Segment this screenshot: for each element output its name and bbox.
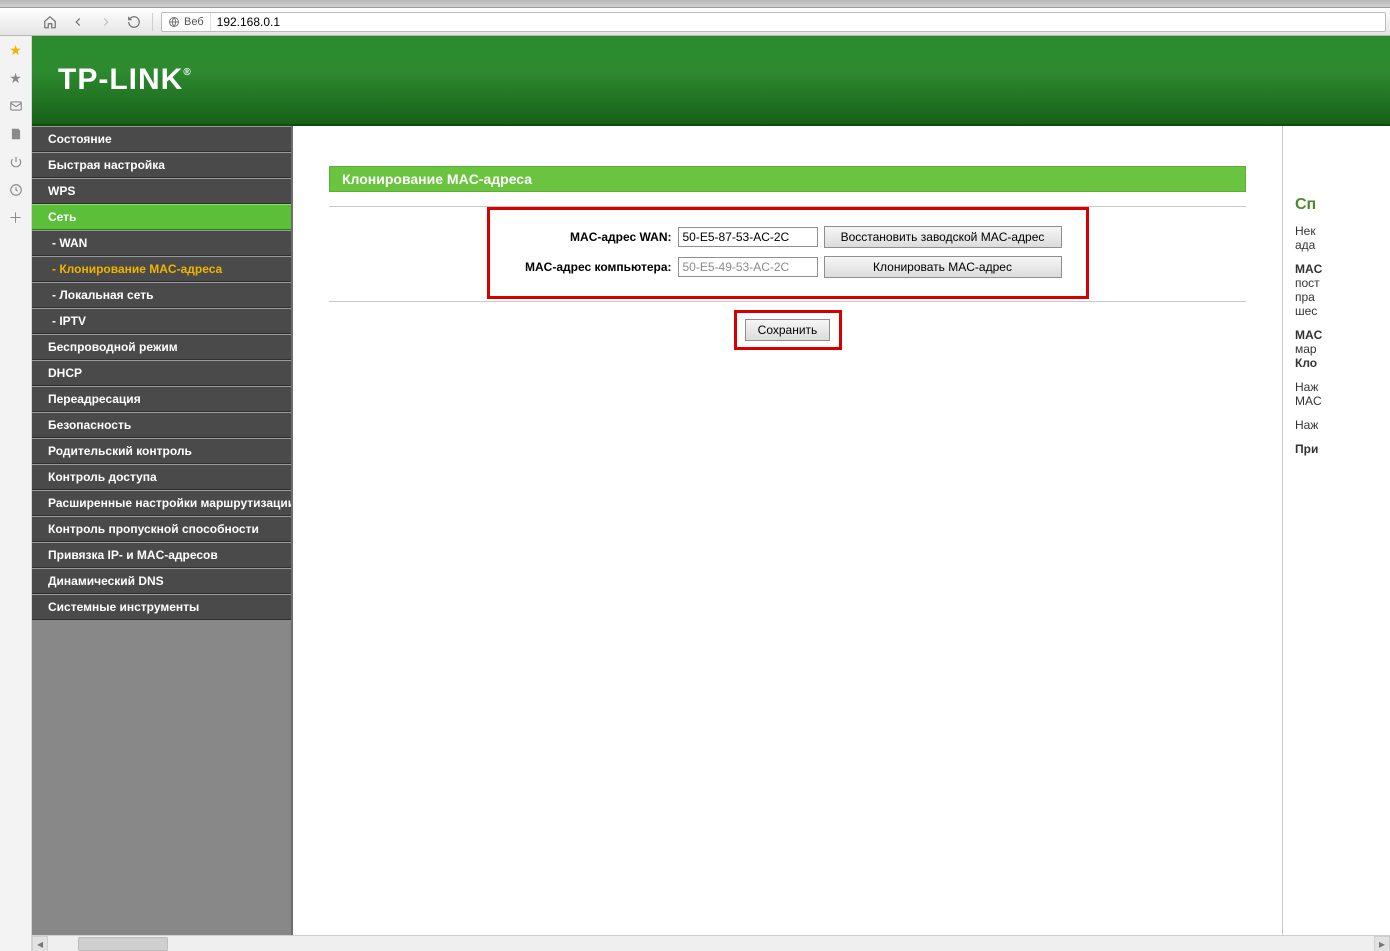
star-icon[interactable]: ★ — [8, 70, 24, 86]
nav-ip-mac-binding[interactable]: Привязка IP- и MAC-адресов — [32, 542, 291, 568]
save-highlight: Сохранить — [734, 310, 842, 350]
url-input[interactable] — [211, 13, 1385, 31]
help-line: Наж — [1295, 418, 1386, 432]
nav-wan[interactable]: - WAN — [32, 230, 291, 256]
brand-logo: TP-LINK® — [58, 63, 192, 97]
scroll-track[interactable] — [48, 936, 1374, 951]
address-bar[interactable]: Веб — [161, 12, 1386, 32]
input-pc-mac[interactable] — [678, 257, 818, 277]
browser-tabstrip — [0, 0, 1390, 8]
mac-clone-form-highlight: MAC-адрес WAN: Восстановить заводской MA… — [487, 207, 1089, 299]
nav-system-tools[interactable]: Системные инструменты — [32, 594, 291, 620]
power-icon[interactable] — [8, 154, 24, 170]
help-title: Сп — [1295, 196, 1316, 213]
help-panel: Сп Некада MACпостпрашес MACмарКло НажMAC… — [1282, 126, 1390, 951]
help-line: Некада — [1295, 224, 1386, 252]
nav-status[interactable]: Состояние — [32, 126, 291, 152]
restore-factory-mac-button[interactable]: Восстановить заводской MAC-адрес — [824, 226, 1062, 248]
nav-wireless[interactable]: Беспроводной режим — [32, 334, 291, 360]
nav-network[interactable]: Сеть — [32, 204, 291, 230]
clone-mac-button[interactable]: Клонировать MAC-адрес — [824, 256, 1062, 278]
nav-wps[interactable]: WPS — [32, 178, 291, 204]
help-line: MACпостпрашес — [1295, 262, 1386, 318]
nav-iptv[interactable]: - IPTV — [32, 308, 291, 334]
add-icon[interactable]: ＋ — [8, 210, 24, 226]
router-content: Клонирование MAC-адреса MAC-адрес WAN: В… — [293, 126, 1282, 951]
help-line: НажMAC — [1295, 380, 1386, 408]
reload-icon[interactable] — [124, 12, 144, 32]
router-workspace: Состояние Быстрая настройка WPS Сеть - W… — [32, 126, 1390, 951]
home-icon[interactable] — [40, 12, 60, 32]
forward-icon — [96, 12, 116, 32]
address-type-text: Веб — [184, 16, 204, 28]
nav-bandwidth[interactable]: Контроль пропускной способности — [32, 516, 291, 542]
horizontal-scrollbar[interactable]: ◂ ▸ — [32, 935, 1390, 951]
input-wan-mac[interactable] — [678, 227, 818, 247]
save-button[interactable]: Сохранить — [745, 319, 831, 341]
row-pc-mac: MAC-адрес компьютера: Клонировать MAC-ад… — [502, 256, 1074, 278]
nav-routing[interactable]: Расширенные настройки маршрутизации — [32, 490, 291, 516]
nav-access-control[interactable]: Контроль доступа — [32, 464, 291, 490]
star-filled-icon[interactable]: ★ — [8, 42, 24, 58]
scroll-left-icon[interactable]: ◂ — [32, 936, 48, 951]
label-wan-mac: MAC-адрес WAN: — [502, 230, 672, 244]
nav-ddns[interactable]: Динамический DNS — [32, 568, 291, 594]
help-line: При — [1295, 442, 1386, 456]
scroll-thumb[interactable] — [78, 937, 168, 951]
router-sidebar: Состояние Быстрая настройка WPS Сеть - W… — [32, 126, 293, 951]
browser-toolbar: Веб — [0, 8, 1390, 36]
nav-mac-clone[interactable]: - Клонирование MAC-адреса — [32, 256, 291, 282]
row-wan-mac: MAC-адрес WAN: Восстановить заводской MA… — [502, 226, 1074, 248]
panel-title: Клонирование MAC-адреса — [329, 166, 1246, 192]
panel-separator-2 — [329, 301, 1246, 302]
toolbar-separator — [152, 13, 153, 31]
back-icon[interactable] — [68, 12, 88, 32]
address-type-label: Веб — [162, 13, 211, 31]
nav-parental[interactable]: Родительский контроль — [32, 438, 291, 464]
nav-forwarding[interactable]: Переадресация — [32, 386, 291, 412]
nav-security[interactable]: Безопасность — [32, 412, 291, 438]
nav-quick-setup[interactable]: Быстрая настройка — [32, 152, 291, 178]
mail-icon[interactable] — [8, 98, 24, 114]
history-icon[interactable] — [8, 182, 24, 198]
nav-dhcp[interactable]: DHCP — [32, 360, 291, 386]
page-viewport: TP-LINK® Состояние Быстрая настройка WPS… — [32, 36, 1390, 951]
label-pc-mac: MAC-адрес компьютера: — [502, 260, 672, 274]
nav-lan[interactable]: - Локальная сеть — [32, 282, 291, 308]
scroll-right-icon[interactable]: ▸ — [1374, 936, 1390, 951]
help-line: MACмарКло — [1295, 328, 1386, 370]
browser-side-panel: ★ ★ ＋ — [0, 36, 32, 951]
router-banner: TP-LINK® — [32, 36, 1390, 126]
note-icon[interactable] — [8, 126, 24, 142]
